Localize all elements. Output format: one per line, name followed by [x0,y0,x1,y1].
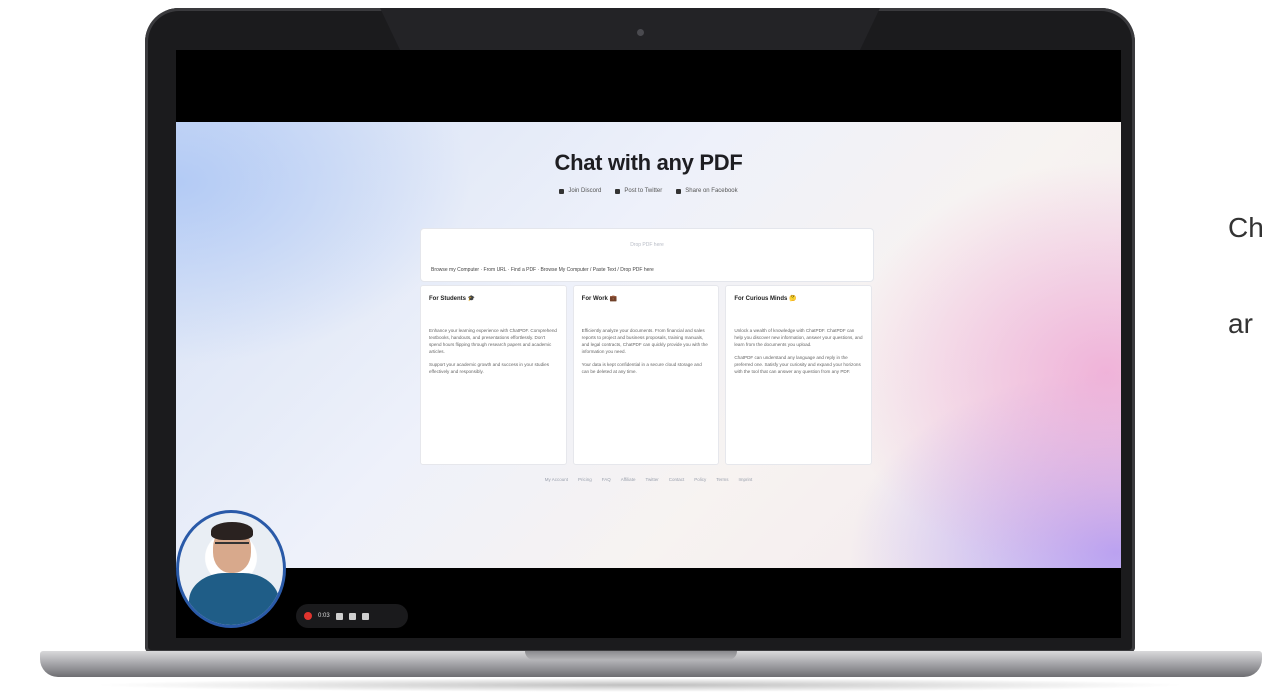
facebook-link-label: Share on Facebook [685,188,738,194]
laptop-screen: Chat with any PDF Join Discord Post to T… [176,50,1121,638]
chatpdf-app: Chat with any PDF Join Discord Post to T… [176,122,1121,628]
feature-cards: For Students 🎓 Enhance your learning exp… [420,285,873,465]
laptop-base-notch [525,651,737,660]
delete-icon[interactable] [361,612,369,620]
pause-icon[interactable] [348,612,356,620]
twitter-link[interactable]: Post to Twitter [615,188,662,194]
avatar-body [189,573,279,625]
webcam-avatar [176,510,286,628]
facebook-icon [676,188,682,194]
pdf-drop-zone[interactable]: Drop PDF here Browse my Computer · From … [420,228,874,282]
facebook-link[interactable]: Share on Facebook [676,188,738,194]
social-links: Join Discord Post to Twitter Share on Fa… [176,188,1121,194]
discord-icon [559,188,565,194]
drop-zone-label: Drop PDF here [630,242,664,248]
side-caption-line-1: Ch [1228,212,1262,243]
footer-link[interactable]: Affiliate [621,477,636,482]
card-text: Your data is kept confidential in a secu… [581,362,702,374]
discord-link[interactable]: Join Discord [559,188,601,194]
card-text: Support your academic growth and success… [429,362,550,374]
recording-controls: 0:03 [296,604,408,628]
side-caption-line-2: ar [1228,308,1253,339]
card-title: For Students 🎓 [429,296,476,302]
card-text: Unlock a wealth of knowledge with ChatPD… [734,328,863,347]
footer-link[interactable]: Imprint [739,477,753,482]
footer-link[interactable]: My Account [545,477,568,482]
footer-link[interactable]: FAQ [602,477,611,482]
twitter-icon [615,188,621,194]
laptop-shadow [90,678,1190,692]
footer-link[interactable]: Policy [694,477,706,482]
footer-links: My Account Pricing FAQ Affiliate Twitter… [176,477,1121,482]
card-curious-minds: For Curious Minds 🤔 Unlock a wealth of k… [725,285,873,465]
card-work: For Work 💼 Efficiently analyze your docu… [572,285,720,465]
card-text: Enhance your learning experience with Ch… [429,328,557,354]
card-text: ChatPDF can understand any language and … [734,355,861,374]
card-title: For Curious Minds 🤔 [734,296,797,302]
footer-link[interactable]: Terms [716,477,728,482]
footer-link[interactable]: Twitter [645,477,658,482]
recording-time: 0:03 [318,613,330,619]
avatar-hair [211,522,253,540]
footer-link[interactable]: Pricing [578,477,592,482]
card-students: For Students 🎓 Enhance your learning exp… [420,285,567,465]
page-title: Chat with any PDF [554,150,743,175]
footer-link[interactable]: Contact [669,477,685,482]
card-text: Efficiently analyze your documents. From… [581,328,708,354]
avatar-glasses [215,542,249,551]
card-title: For Work 💼 [581,296,618,302]
twitter-link-label: Post to Twitter [624,188,663,194]
camera-icon [637,29,644,36]
record-stop-button[interactable] [304,612,312,620]
discord-link-label: Join Discord [568,188,602,194]
restart-icon[interactable] [335,612,343,620]
laptop-notch [380,8,880,50]
drop-zone-options[interactable]: Browse my Computer · From URL · Find a P… [431,267,654,273]
